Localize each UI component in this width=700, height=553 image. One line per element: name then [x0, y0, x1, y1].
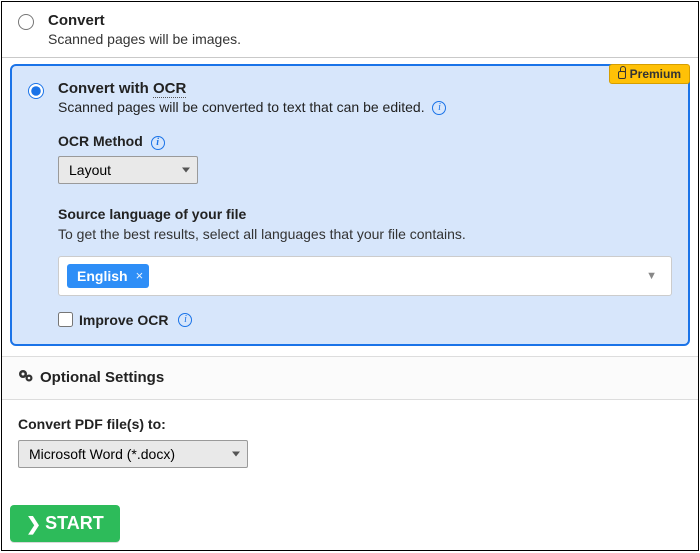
optional-settings-title: Optional Settings	[40, 369, 164, 386]
premium-label: Premium	[630, 67, 681, 81]
improve-ocr-label: Improve OCR	[79, 312, 168, 328]
source-language-input[interactable]: English × ▼	[58, 256, 672, 296]
ocr-method-label: OCR Method i	[58, 133, 672, 149]
convert-basic-option[interactable]: Convert Scanned pages will be images.	[2, 2, 698, 58]
convert-ocr-option[interactable]: Premium Convert with OCR Scanned pages w…	[10, 64, 690, 346]
convert-basic-title: Convert	[48, 12, 682, 29]
improve-ocr-checkbox[interactable]	[58, 312, 73, 327]
convert-ocr-desc: Scanned pages will be converted to text …	[58, 99, 672, 115]
info-icon[interactable]: i	[178, 313, 192, 327]
info-icon[interactable]: i	[151, 136, 165, 150]
source-lang-label: Source language of your file	[58, 206, 672, 222]
convert-ocr-title: Convert with OCR	[58, 80, 672, 97]
source-lang-hint: To get the best results, select all lang…	[58, 226, 672, 242]
gears-icon	[18, 369, 34, 387]
info-icon[interactable]: i	[432, 101, 446, 115]
convert-to-select[interactable]: Microsoft Word (*.docx)	[18, 440, 248, 468]
start-button[interactable]: ❯ START	[10, 505, 120, 542]
optional-settings-header[interactable]: Optional Settings	[2, 356, 698, 400]
remove-chip-icon[interactable]: ×	[136, 268, 144, 283]
chevron-right-icon: ❯	[26, 515, 41, 533]
convert-to-label: Convert PDF file(s) to:	[18, 416, 682, 432]
convert-basic-desc: Scanned pages will be images.	[48, 31, 682, 47]
convert-basic-radio[interactable]	[18, 14, 34, 30]
start-button-label: START	[45, 513, 104, 534]
ocr-method-select[interactable]: Layout	[58, 156, 198, 184]
language-chip-label: English	[77, 268, 128, 284]
convert-ocr-radio[interactable]	[28, 83, 44, 99]
lock-icon	[618, 71, 626, 79]
language-chip[interactable]: English ×	[67, 264, 149, 288]
chevron-down-icon[interactable]: ▼	[646, 270, 657, 282]
